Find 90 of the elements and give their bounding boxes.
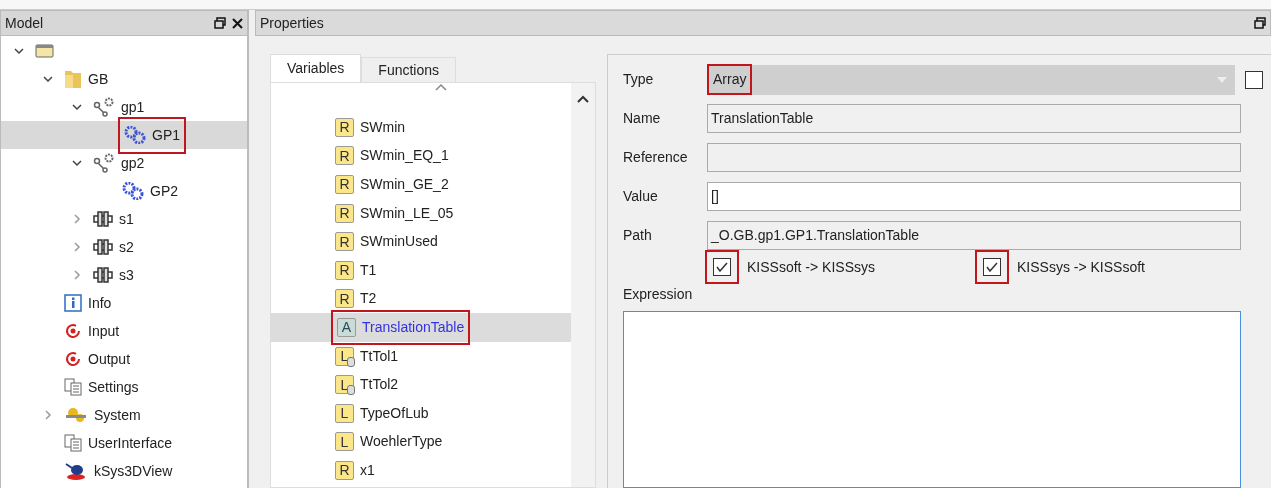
tab[interactable]: Variables — [270, 54, 362, 82]
tree-item[interactable]: GB — [88, 68, 109, 90]
tree-item[interactable]: Input — [88, 320, 120, 342]
type-badge-icon: R — [335, 260, 354, 280]
chevron-right-icon[interactable] — [42, 409, 54, 421]
dropdown-caret-icon — [1217, 76, 1227, 83]
chevron-right-icon[interactable] — [71, 269, 83, 281]
type-dropdown[interactable]: Array — [707, 64, 1235, 95]
close-icon[interactable] — [232, 17, 243, 29]
gears-icon — [124, 126, 146, 144]
panel-title: Properties — [260, 13, 324, 33]
chevron-down-icon[interactable] — [13, 45, 25, 57]
chevron-right-icon[interactable] — [71, 241, 83, 253]
restore-icon[interactable] — [214, 17, 226, 29]
caret-up-icon[interactable] — [435, 83, 447, 91]
variable-item[interactable]: TypeOfLub — [360, 402, 429, 424]
tree-item[interactable]: s1 — [119, 208, 134, 230]
variable-item[interactable]: SWminUsed — [360, 231, 438, 253]
type-badge-icon: L — [335, 403, 354, 423]
text-field[interactable] — [707, 143, 1241, 172]
restore-icon[interactable] — [1254, 17, 1266, 29]
panel-title: Model — [5, 13, 44, 33]
tree-item[interactable]: UserInterface — [88, 432, 173, 454]
scroll-up-icon[interactable] — [577, 95, 589, 103]
variable-item[interactable]: x1 — [360, 459, 375, 481]
variable-item[interactable]: SWmin_EQ_1 — [360, 145, 449, 167]
cycle-icon — [64, 350, 82, 368]
type-badge-icon: R — [335, 175, 354, 194]
field-label: Expression — [623, 285, 694, 304]
text-field[interactable]: TranslationTable — [707, 104, 1241, 133]
field-label: Name — [623, 109, 662, 128]
type-badge-icon: R — [335, 232, 354, 252]
checkbox[interactable] — [713, 258, 731, 276]
tree-item[interactable]: System — [94, 404, 141, 426]
variable-item[interactable]: WoehlerType — [360, 431, 443, 453]
checkbox[interactable] — [1245, 70, 1263, 89]
variable-item[interactable]: TranslationTable — [362, 316, 465, 338]
checkbox[interactable] — [983, 258, 1001, 276]
field-label: Path — [623, 226, 653, 245]
shaft-icon — [93, 267, 113, 283]
type-badge-icon: R — [335, 146, 354, 166]
field-label: Type — [623, 70, 655, 89]
tree-item[interactable]: Settings — [88, 376, 139, 398]
tree-item[interactable]: kSys3DView — [94, 460, 173, 482]
cycle-icon — [64, 322, 82, 340]
chevron-right-icon[interactable] — [71, 213, 83, 225]
type-badge-icon: R — [335, 289, 354, 309]
gear-link-icon — [93, 153, 115, 173]
gear-link-icon — [93, 97, 115, 117]
window-icon — [35, 44, 55, 58]
tree-item[interactable]: gp2 — [121, 152, 145, 174]
tab[interactable]: Functions — [361, 57, 457, 82]
variable-item[interactable]: T2 — [360, 288, 377, 310]
chevron-down-icon[interactable] — [71, 157, 83, 169]
type-badge-icon: R — [335, 203, 354, 223]
scrollbar[interactable] — [571, 83, 595, 487]
system-icon — [64, 405, 88, 425]
document-icon — [64, 434, 82, 452]
checkbox-label: KISSsys -> KISSsoft — [1017, 257, 1145, 277]
variable-item[interactable]: SWmin — [360, 116, 406, 138]
expression-field[interactable] — [623, 311, 1241, 488]
variable-item[interactable]: SWmin_GE_2 — [360, 174, 449, 195]
info-icon — [64, 294, 82, 312]
document-icon — [64, 378, 82, 396]
variable-item[interactable]: SWmin_LE_05 — [360, 202, 454, 224]
type-badge-icon: A — [337, 317, 356, 337]
shaft-icon — [93, 239, 113, 255]
chevron-down-icon[interactable] — [71, 101, 83, 113]
tree-item[interactable]: gp1 — [121, 96, 145, 118]
field-label: Reference — [623, 148, 689, 167]
folder-icon — [64, 69, 82, 89]
type-badge-icon: R — [335, 117, 354, 137]
tree-item[interactable]: GP2 — [150, 180, 178, 202]
checkbox-label: KISSsoft -> KISSsys — [747, 257, 875, 277]
variable-item[interactable]: T1 — [360, 259, 377, 281]
tree-item[interactable]: Info — [88, 292, 112, 314]
field-label: Value — [623, 187, 659, 206]
gears-icon — [122, 182, 144, 200]
variable-item[interactable]: TtTol1 — [360, 345, 399, 367]
type-badge-icon: L — [335, 432, 354, 452]
chevron-down-icon[interactable] — [42, 73, 54, 85]
text-field[interactable]: _O.GB.gp1.GP1.TranslationTable — [707, 221, 1241, 250]
tree-item[interactable]: Output — [88, 348, 131, 370]
shaft-icon — [93, 211, 113, 227]
tree-item[interactable]: s2 — [119, 236, 134, 258]
text-field[interactable]: [] — [707, 182, 1241, 211]
type-badge-icon: R — [335, 460, 354, 480]
robot-icon — [64, 461, 88, 481]
variable-item[interactable]: TtTol2 — [360, 374, 399, 396]
tree-item[interactable]: s3 — [119, 264, 134, 286]
